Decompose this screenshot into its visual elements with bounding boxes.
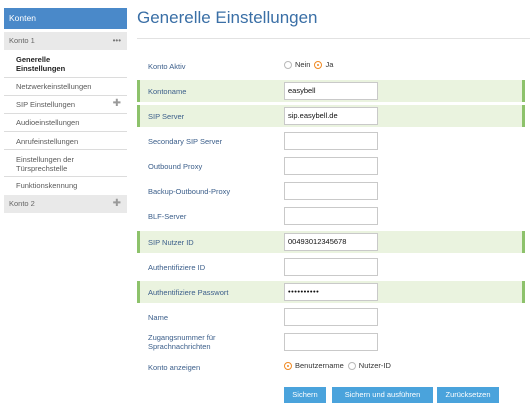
sidebar-divider (4, 95, 127, 96)
row-kontoname: Kontoname easybell (137, 80, 525, 102)
radio-nutzer-id[interactable] (347, 361, 356, 370)
sidebar-item-generelle-einstellungen[interactable]: Generelle Einstellungen (4, 55, 127, 73)
row-backup-outbound-proxy: Backup-Outbound-Proxy (137, 180, 525, 202)
save-button[interactable]: Sichern (284, 387, 326, 403)
kontoname-input[interactable]: easybell (284, 82, 378, 100)
row-zugangsnummer: Zugangsnummer für Sprachnachrichten (137, 331, 525, 353)
sidebar-item-label: Netzwerkeinstellungen (16, 82, 92, 91)
field-label: SIP Nutzer ID (148, 237, 194, 247)
sidebar-divider (4, 149, 127, 150)
app-root: Konten Konto 1 ••• Generelle Einstellung… (0, 0, 530, 407)
zugangsnummer-input[interactable] (284, 333, 378, 351)
sidebar-account-2[interactable]: Konto 2 ✚ (4, 195, 127, 213)
blf-server-input[interactable] (284, 207, 378, 225)
radio-label-nein: Nein (295, 60, 311, 69)
plus-icon[interactable]: ✚ (113, 195, 121, 213)
sidebar-item-sip-einstellungen[interactable]: SIP Einstellungen ✚ (4, 99, 127, 110)
sip-server-input[interactable]: sip.easybell.de (284, 107, 378, 125)
field-label: Outbound Proxy (148, 161, 203, 171)
password-input[interactable]: •••••••••• (284, 283, 378, 301)
row-sip-server: SIP Server sip.easybell.de (137, 105, 525, 127)
field-label: SIP Server (148, 111, 185, 121)
sidebar-account-1[interactable]: Konto 1 ••• (4, 32, 127, 50)
secondary-sip-server-input[interactable] (284, 132, 378, 150)
field-label: BLF-Server (148, 211, 187, 221)
backup-outbound-proxy-input[interactable] (284, 182, 378, 200)
sidebar-item-audioeinstellungen[interactable]: Audioeinstellungen (4, 118, 127, 127)
sidebar-item-label: Generelle Einstellungen (16, 55, 66, 73)
radio-ja[interactable] (314, 60, 323, 69)
reset-button[interactable]: Zurücksetzen (437, 387, 499, 403)
sidebar-item-label: Funktionskennung (16, 181, 78, 190)
radio-label-nutzer-id: Nutzer-ID (358, 361, 391, 370)
sidebar-item-label: SIP Einstellungen (16, 100, 76, 109)
row-name: Name (137, 306, 525, 328)
sidebar-divider (4, 131, 127, 132)
row-outbound-proxy: Outbound Proxy (137, 155, 525, 177)
sidebar-item-netzwerkeinstellungen[interactable]: Netzwerkeinstellungen (4, 82, 127, 91)
sidebar-divider (4, 176, 127, 177)
sidebar-item-label: Anrufeinstellungen (16, 137, 79, 146)
page-title: Generelle Einstellungen (137, 8, 318, 27)
outbound-proxy-input[interactable] (284, 157, 378, 175)
row-authentifiziere-id: Authentifiziere ID (137, 256, 525, 278)
field-label: Secondary SIP Server (148, 136, 223, 146)
field-label: Authentifiziere ID (148, 262, 206, 272)
sip-nutzer-id-input[interactable]: 00493012345678 (284, 233, 378, 251)
row-authentifiziere-passwort: Authentifiziere Passwort •••••••••• (137, 281, 525, 303)
field-label: Konto anzeigen (148, 362, 201, 372)
more-dots-icon[interactable]: ••• (113, 32, 121, 50)
save-apply-button[interactable]: Sichern und ausführen (332, 387, 433, 403)
field-label: Zugangsnummer für Sprachnachrichten (148, 333, 216, 351)
name-input[interactable] (284, 308, 378, 326)
authentifiziere-id-input[interactable] (284, 258, 378, 276)
plus-icon[interactable]: ✚ (113, 99, 121, 109)
row-blf-server: BLF-Server (137, 205, 525, 227)
row-konto-anzeigen: Konto anzeigen Benutzername Nutzer-ID (137, 356, 525, 378)
account-label: Konto 1 (9, 36, 35, 45)
sidebar-item-label: Audioeinstellungen (16, 118, 80, 127)
field-label: Kontoname (148, 86, 187, 96)
radio-label-benutzername: Benutzername (295, 361, 344, 370)
title-divider (137, 38, 530, 39)
sidebar-item-funktionskennung[interactable]: Funktionskennung (4, 181, 127, 190)
sidebar-item-tuersprechstelle[interactable]: Einstellungen der Türsprechstelle (4, 155, 127, 173)
sidebar-item-anrufeinstellungen[interactable]: Anrufeinstellungen (4, 137, 127, 146)
konto-anzeigen-radio-group: Benutzername Nutzer-ID (284, 361, 395, 370)
field-label: Name (148, 312, 169, 322)
field-label: Backup-Outbound-Proxy (148, 186, 231, 196)
sidebar: Konten Konto 1 ••• Generelle Einstellung… (0, 0, 127, 407)
field-label: Konto Aktiv (148, 61, 186, 71)
radio-benutzername[interactable] (284, 361, 292, 370)
row-secondary-sip-server: Secondary SIP Server (137, 130, 525, 152)
row-sip-nutzer-id: SIP Nutzer ID 00493012345678 (137, 231, 525, 253)
field-label: Authentifiziere Passwort (148, 287, 229, 297)
sidebar-header: Konten (4, 8, 127, 29)
sidebar-divider (4, 77, 127, 78)
sidebar-item-label: Einstellungen der Türsprechstelle (16, 155, 74, 173)
radio-label-ja: Ja (325, 60, 334, 69)
konto-aktiv-radio-group: Nein Ja (284, 60, 337, 69)
sidebar-divider (4, 113, 127, 114)
radio-nein[interactable] (284, 60, 292, 69)
account-label: Konto 2 (9, 199, 35, 208)
row-konto-aktiv: Konto Aktiv Nein Ja (137, 55, 525, 77)
